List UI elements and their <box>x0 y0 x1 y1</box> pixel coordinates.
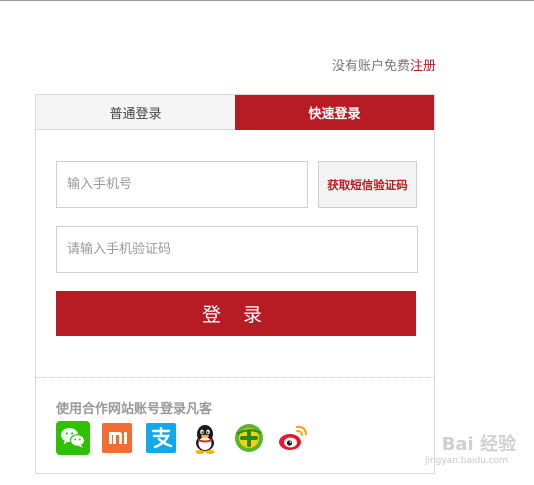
360-icon[interactable] <box>232 421 266 455</box>
xiaomi-icon[interactable] <box>100 421 134 455</box>
wechat-icon[interactable] <box>56 421 90 455</box>
divider <box>36 377 434 378</box>
tab-quick-login[interactable]: 快速登录 <box>235 95 434 130</box>
baidu-jingyan-watermark: Bai 经验 <box>441 434 516 455</box>
login-panel: 普通登录 快速登录 获取短信验证码 登 录 使用合作网站账号登录凡客 <box>35 94 435 474</box>
phone-input[interactable] <box>56 161 308 208</box>
baidu-jingyan-url: jingyan.baidu.com <box>424 456 508 466</box>
get-sms-code-button[interactable]: 获取短信验证码 <box>318 161 417 208</box>
social-login-row <box>56 421 310 455</box>
register-prompt-text: 没有账户免费 <box>331 59 410 74</box>
login-button[interactable]: 登 录 <box>56 291 416 336</box>
qq-icon[interactable] <box>188 421 222 455</box>
login-tabs: 普通登录 快速登录 <box>36 95 434 130</box>
top-border <box>0 0 534 1</box>
alipay-icon[interactable] <box>144 421 178 455</box>
tab-normal-login[interactable]: 普通登录 <box>36 95 235 130</box>
partner-login-title: 使用合作网站账号登录凡客 <box>56 402 213 417</box>
sms-code-input[interactable] <box>56 226 418 273</box>
register-link[interactable]: 注册 <box>410 59 436 74</box>
weibo-icon[interactable] <box>276 421 310 455</box>
register-prompt: 没有账户免费注册 <box>332 55 436 74</box>
